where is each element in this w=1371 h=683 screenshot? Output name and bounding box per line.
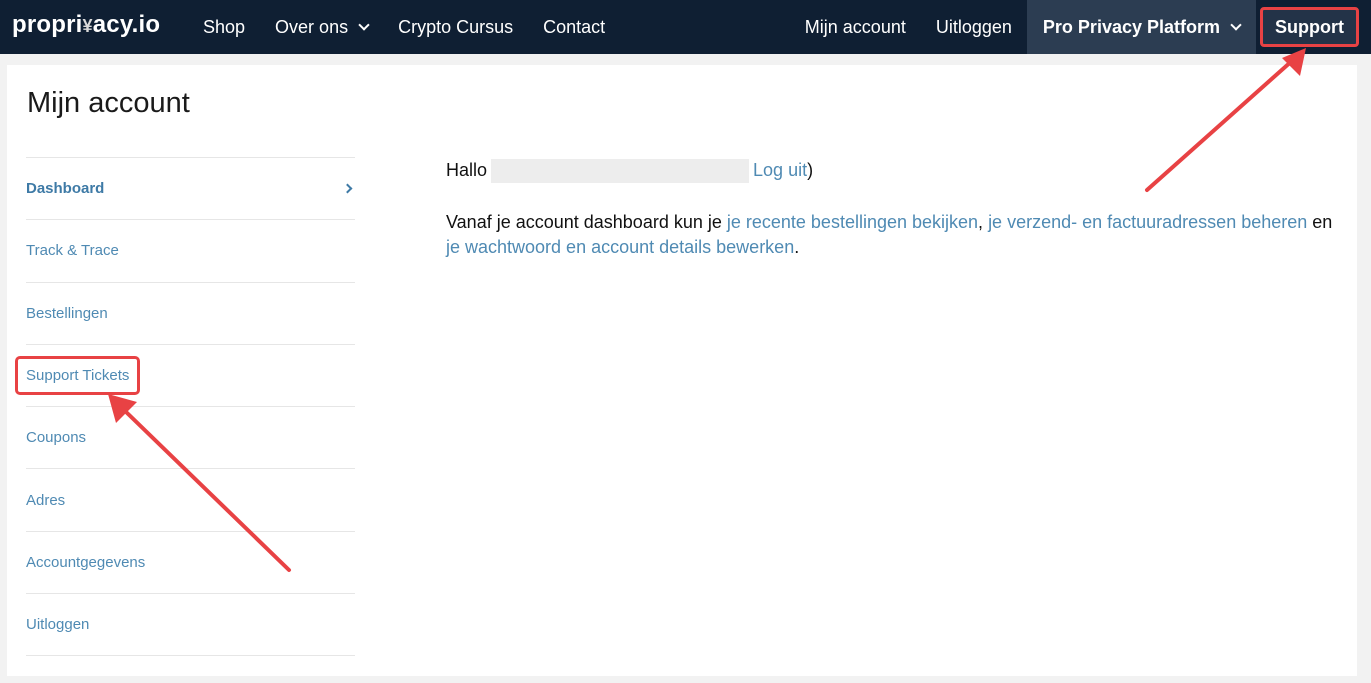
- logo-yen-glyph: ¥: [82, 16, 93, 36]
- sidebar-item-label: Coupons: [26, 429, 87, 447]
- nav-support-button[interactable]: Support: [1260, 7, 1359, 47]
- nav-pro-privacy-platform[interactable]: Pro Privacy Platform: [1026, 0, 1256, 54]
- dashboard-content: Hallo Log uit ) Vanaf je account dashboa…: [446, 158, 1346, 260]
- greeting-prefix: Hallo: [446, 160, 488, 180]
- page-title: Mijn account: [27, 87, 190, 119]
- logout-link[interactable]: Log uit: [753, 158, 807, 183]
- nav-pro-privacy-platform-label: Pro Privacy Platform: [1042, 16, 1220, 37]
- redacted-username: [491, 158, 750, 183]
- greeting-suffix: ): [807, 160, 814, 180]
- page: propri¥acy.io Shop Over ons Crypto Cursu…: [0, 0, 1371, 683]
- desc-prefix: Vanaf je account dashboard kun je: [446, 212, 727, 232]
- sidebar-item-accountgegevens[interactable]: Accountgegevens: [26, 532, 355, 595]
- greeting-line: Hallo Log uit ): [446, 158, 1346, 183]
- nav-over-ons[interactable]: Over ons: [260, 0, 383, 54]
- desc-separator: en: [1307, 212, 1333, 232]
- sidebar-item-bestellingen[interactable]: Bestellingen: [26, 283, 355, 345]
- chevron-right-icon: [342, 183, 353, 194]
- nav-mijn-account[interactable]: Mijn account: [790, 0, 921, 54]
- addresses-link[interactable]: je verzend- en factuuradressen beheren: [988, 212, 1307, 232]
- sidebar-item-label: Accountgegevens: [26, 553, 146, 571]
- sidebar-item-coupons[interactable]: Coupons: [26, 407, 355, 470]
- sidebar-item-label: Uitloggen: [26, 616, 90, 634]
- nav-crypto-cursus-label: Crypto Cursus: [398, 16, 514, 37]
- recent-orders-link[interactable]: je recente bestellingen bekijken: [727, 212, 978, 232]
- sidebar-item-label: Support Tickets: [14, 356, 141, 396]
- logo-text-right: acy.io: [92, 11, 161, 38]
- sidebar-item-uitloggen[interactable]: Uitloggen: [26, 594, 355, 657]
- sidebar-item-support-tickets[interactable]: Support Tickets: [14, 345, 355, 408]
- chevron-down-icon: [1230, 18, 1242, 31]
- logo-text-left: propri: [12, 11, 83, 38]
- sidebar-item-label: Dashboard: [26, 180, 105, 198]
- sidebar-item-track-trace[interactable]: Track & Trace: [26, 220, 355, 283]
- site-logo[interactable]: propri¥acy.io: [12, 11, 160, 39]
- sidebar-item-label: Bestellingen: [26, 304, 108, 322]
- account-content-card: Mijn account Dashboard Track & Trace Bes…: [7, 65, 1357, 676]
- nav-uitloggen[interactable]: Uitloggen: [921, 0, 1027, 54]
- nav-crypto-cursus[interactable]: Crypto Cursus: [383, 0, 528, 54]
- account-nav: Mijn account Uitloggen Pro Privacy Platf…: [790, 0, 1371, 54]
- nav-shop[interactable]: Shop: [188, 0, 260, 54]
- dashboard-description: Vanaf je account dashboard kun je je rec…: [446, 210, 1346, 260]
- desc-separator: ,: [978, 212, 989, 232]
- nav-uitloggen-label: Uitloggen: [935, 16, 1012, 37]
- chevron-down-icon: [358, 18, 370, 31]
- nav-mijn-account-label: Mijn account: [804, 16, 906, 37]
- top-navigation: propri¥acy.io Shop Over ons Crypto Cursu…: [0, 0, 1371, 54]
- nav-shop-label: Shop: [203, 16, 246, 37]
- sidebar-item-label: Track & Trace: [26, 242, 119, 260]
- sidebar-item-adres[interactable]: Adres: [26, 469, 355, 532]
- nav-contact-label: Contact: [543, 16, 606, 37]
- nav-over-ons-label: Over ons: [275, 16, 349, 37]
- sidebar-item-label: Adres: [26, 491, 66, 509]
- desc-suffix: .: [794, 237, 800, 257]
- password-details-link[interactable]: je wachtwoord en account details bewerke…: [446, 237, 794, 257]
- sidebar-item-dashboard[interactable]: Dashboard: [26, 158, 355, 221]
- primary-nav: Shop Over ons Crypto Cursus Contact: [188, 0, 620, 54]
- nav-support-label: Support: [1275, 16, 1344, 37]
- nav-contact[interactable]: Contact: [528, 0, 620, 54]
- account-sidebar: Dashboard Track & Trace Bestellingen Sup…: [14, 157, 355, 657]
